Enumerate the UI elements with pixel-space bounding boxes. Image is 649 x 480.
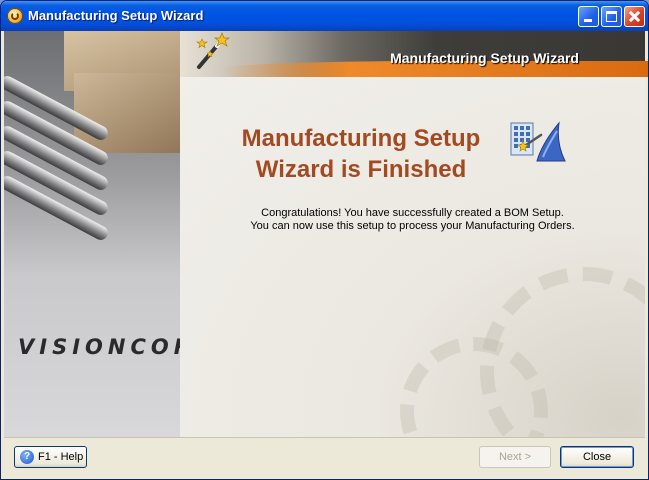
next-button[interactable]: Next > bbox=[479, 446, 551, 468]
visioncore-logo: VISIONCORE bbox=[18, 335, 180, 359]
close-icon bbox=[625, 7, 644, 26]
footer-separator bbox=[4, 437, 645, 438]
close-button[interactable]: Close bbox=[560, 446, 634, 468]
minimize-icon bbox=[584, 19, 592, 22]
finished-heading: Manufacturing Setup Wizard is Finished bbox=[241, 125, 481, 183]
app-icon[interactable] bbox=[7, 8, 23, 24]
sidebar-image: VISIONCORE bbox=[4, 31, 180, 437]
help-icon: ? bbox=[20, 450, 34, 464]
cardbox-image bbox=[74, 73, 180, 153]
help-button-label: F1 - Help bbox=[38, 451, 84, 463]
completion-message: Congratulations! You have successfully c… bbox=[180, 207, 645, 233]
window-title: Manufacturing Setup Wizard bbox=[28, 8, 204, 23]
wizard-window: Manufacturing Setup Wizard VISIONCORE Ma… bbox=[0, 0, 649, 480]
magic-wand-icon bbox=[196, 32, 231, 69]
minimize-button[interactable] bbox=[578, 6, 599, 27]
wizard-finish-icon bbox=[510, 121, 566, 162]
help-button[interactable]: ? F1 - Help bbox=[14, 446, 87, 468]
message-line-1: Congratulations! You have successfully c… bbox=[261, 207, 564, 219]
header-banner: Manufacturing Setup Wizard bbox=[180, 31, 648, 77]
close-window-button[interactable] bbox=[624, 6, 645, 27]
banner-title: Manufacturing Setup Wizard bbox=[390, 50, 579, 66]
maximize-button[interactable] bbox=[601, 6, 622, 27]
message-line-2: You can now use this setup to process yo… bbox=[250, 220, 575, 232]
title-bar[interactable]: Manufacturing Setup Wizard bbox=[1, 1, 648, 31]
maximize-icon bbox=[606, 11, 617, 22]
